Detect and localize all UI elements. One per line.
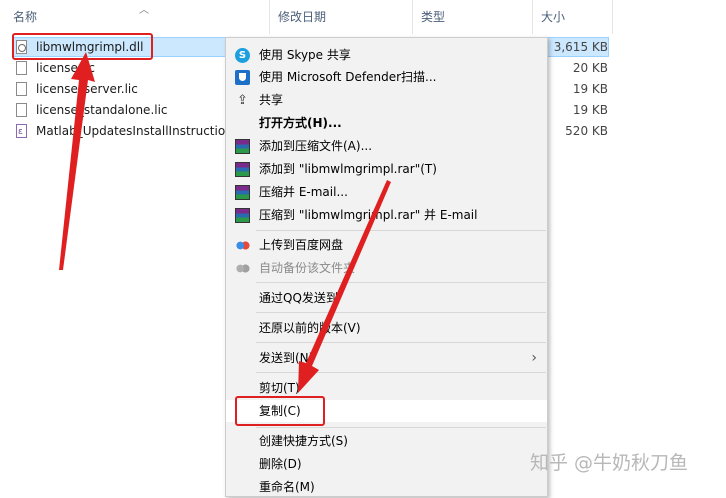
annotation-arrow-to-copy [298,180,391,393]
annotation-arrow-to-dll [59,52,95,270]
annotation-arrows [59,52,391,393]
watermark-text: 知乎 @牛奶秋刀鱼 [530,452,689,474]
